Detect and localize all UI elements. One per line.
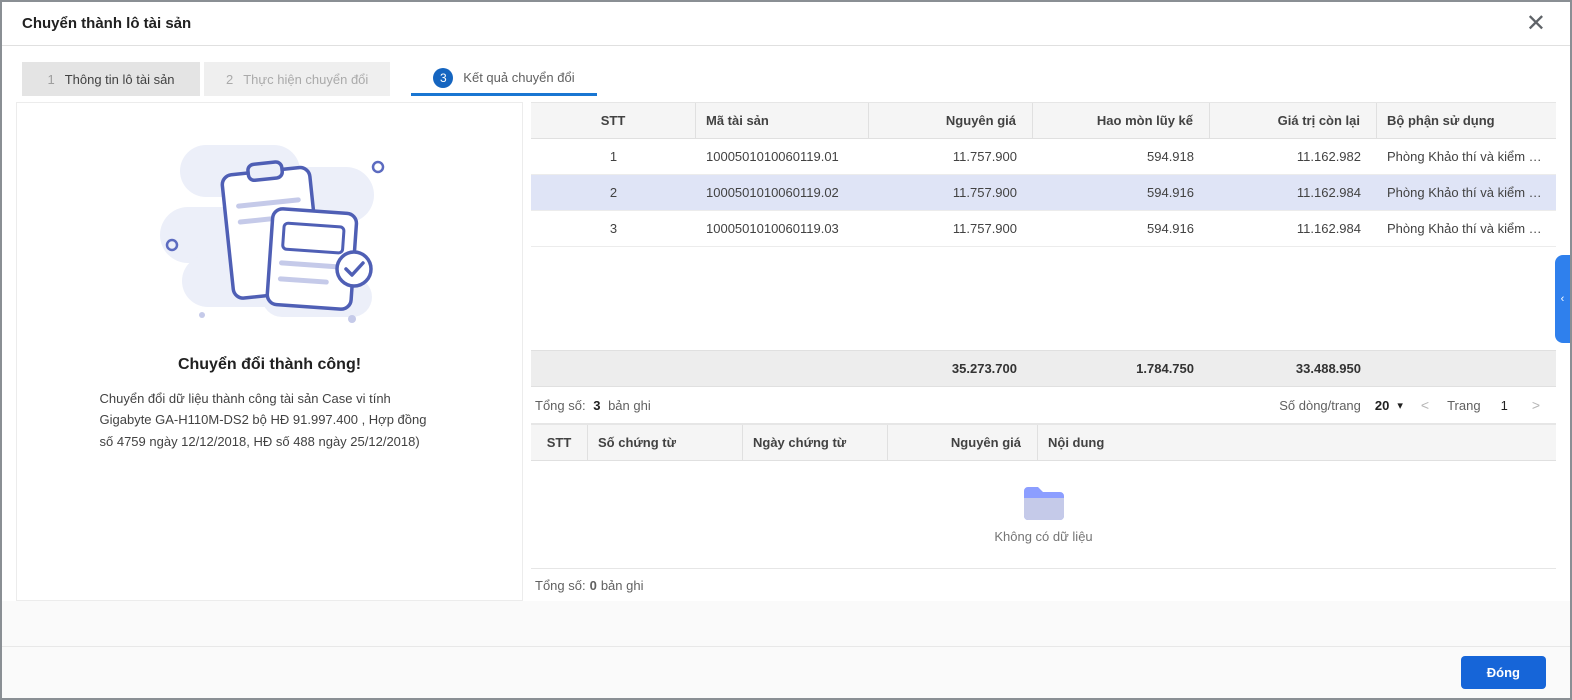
cell-ma-tai-san: 1000501010060119.02 [696,175,869,210]
col-stt: STT [531,103,696,138]
close-icon[interactable]: ✕ [1522,12,1550,36]
cell-hao-mon: 594.916 [1033,211,1210,246]
cell-stt: 3 [531,211,696,246]
col-nguyen-gia: Nguyên giá [888,425,1038,460]
next-page-button[interactable]: > [1528,397,1544,413]
page-size-value: 20 [1375,398,1389,413]
cell-bo-phan: Phòng Khảo thí và kiểm đị... [1377,211,1556,246]
col-so-chung-tu: Số chứng từ [588,425,743,460]
step-3-label: Kết quả chuyển đổi [463,70,574,85]
col-nguyen-gia: Nguyên giá [869,103,1033,138]
total-label: Tổng số: [535,398,586,413]
modal-footer: Đóng [2,646,1570,698]
cell-nguyen-gia: 11.757.900 [869,175,1033,210]
lower-fill [2,601,1570,646]
summary-hao-mon: 1.784.750 [1033,351,1210,386]
cell-stt: 1 [531,139,696,174]
modal-title: Chuyển thành lô tài sản [22,15,191,32]
col-hao-mon-luy-ke: Hao mòn lũy kế [1033,103,1210,138]
modal-header: Chuyển thành lô tài sản ✕ [2,2,1570,46]
col-gia-tri-con-lai: Giá trị còn lại [1210,103,1377,138]
prev-page-button[interactable]: < [1417,397,1433,413]
cell-bo-phan: Phòng Khảo thí và kiểm đị... [1377,139,1556,174]
cell-bo-phan: Phòng Khảo thí và kiểm đị... [1377,175,1556,210]
folder-icon [1022,485,1066,521]
documents-empty-state: Không có dữ liệu [531,461,1556,569]
success-heading: Chuyển đổi thành công! [17,356,522,374]
page-label: Trang [1447,398,1480,413]
cell-gia-tri: 11.162.984 [1210,175,1377,210]
table-row[interactable]: 3 1000501010060119.03 11.757.900 594.916… [531,211,1556,247]
cell-hao-mon: 594.918 [1033,139,1210,174]
assets-summary-row: 35.273.700 1.784.750 33.488.950 [531,350,1556,387]
tab-step-2-perform-conversion[interactable]: 2 Thực hiện chuyển đổi [204,62,390,96]
col-noi-dung: Nội dung [1038,425,1556,460]
cell-gia-tri: 11.162.984 [1210,211,1377,246]
col-ngay-chung-tu: Ngày chứng từ [743,425,888,460]
modal-body: Chuyển đổi thành công! Chuyển đổi dữ liệ… [2,96,1570,601]
assets-table-header: STT Mã tài sản Nguyên giá Hao mòn lũy kế… [531,102,1556,139]
tab-step-1-asset-lot-info[interactable]: 1 Thông tin lô tài sản [22,62,200,96]
step-1-label: Thông tin lô tài sản [65,72,175,87]
result-content: STT Mã tài sản Nguyên giá Hao mòn lũy kế… [531,102,1556,601]
step-3-badge: 3 [433,68,453,88]
cell-gia-tri: 11.162.982 [1210,139,1377,174]
summary-nguyen-gia: 35.273.700 [869,351,1033,386]
collapse-panel-toggle[interactable]: ‹ [1555,255,1570,343]
cell-nguyen-gia: 11.757.900 [869,211,1033,246]
cell-stt: 2 [531,175,696,210]
step-1-number: 1 [47,72,54,87]
table-empty-space [531,247,1556,350]
total-value: 3 [593,398,600,413]
cell-ma-tai-san: 1000501010060119.03 [696,211,869,246]
col-bo-phan-su-dung: Bộ phận sử dụng [1377,103,1556,138]
assets-pagination-bar: Tổng số: 3 bản ghi Số dòng/trang 20 ▾ < … [531,387,1556,424]
step-2-number: 2 [226,72,233,87]
documents-total: Tổng số: 0 bản ghi [531,569,1556,601]
step-tabbar: 1 Thông tin lô tài sản 2 Thực hiện chuyể… [2,62,1570,96]
col-stt: STT [531,425,588,460]
page-size-label: Số dòng/trang [1279,398,1361,413]
total-value: 0 [590,578,597,593]
chevron-left-icon: ‹ [1561,293,1565,305]
tab-step-3-conversion-result[interactable]: 3 Kết quả chuyển đổi [411,62,596,96]
convert-asset-lot-modal: Chuyển thành lô tài sản ✕ 1 Thông tin lô… [0,0,1572,700]
cell-ma-tai-san: 1000501010060119.01 [696,139,869,174]
total-suffix: bản ghi [608,398,651,413]
chevron-down-icon: ▾ [1397,399,1403,412]
cell-nguyen-gia: 11.757.900 [869,139,1033,174]
success-panel: Chuyển đổi thành công! Chuyển đổi dữ liệ… [16,102,523,601]
step-2-label: Thực hiện chuyển đổi [243,72,368,87]
col-ma-tai-san: Mã tài sản [696,103,869,138]
table-row-selected[interactable]: 2 1000501010060119.02 11.757.900 594.916… [531,175,1556,211]
table-row[interactable]: 1 1000501010060119.01 11.757.900 594.918… [531,139,1556,175]
total-suffix: bản ghi [601,578,644,593]
page-size-select[interactable]: 20 ▾ [1375,398,1403,413]
empty-text: Không có dữ liệu [994,529,1092,544]
success-illustration [142,137,398,337]
close-button[interactable]: Đóng [1461,656,1546,689]
current-page-number: 1 [1495,398,1514,413]
summary-gia-tri: 33.488.950 [1210,351,1377,386]
success-description: Chuyển đổi dữ liệu thành công tài sản Ca… [100,388,440,452]
assets-total: Tổng số: 3 bản ghi [535,398,651,413]
cell-hao-mon: 594.916 [1033,175,1210,210]
documents-table-header: STT Số chứng từ Ngày chứng từ Nguyên giá… [531,424,1556,461]
total-label: Tổng số: [535,578,586,593]
